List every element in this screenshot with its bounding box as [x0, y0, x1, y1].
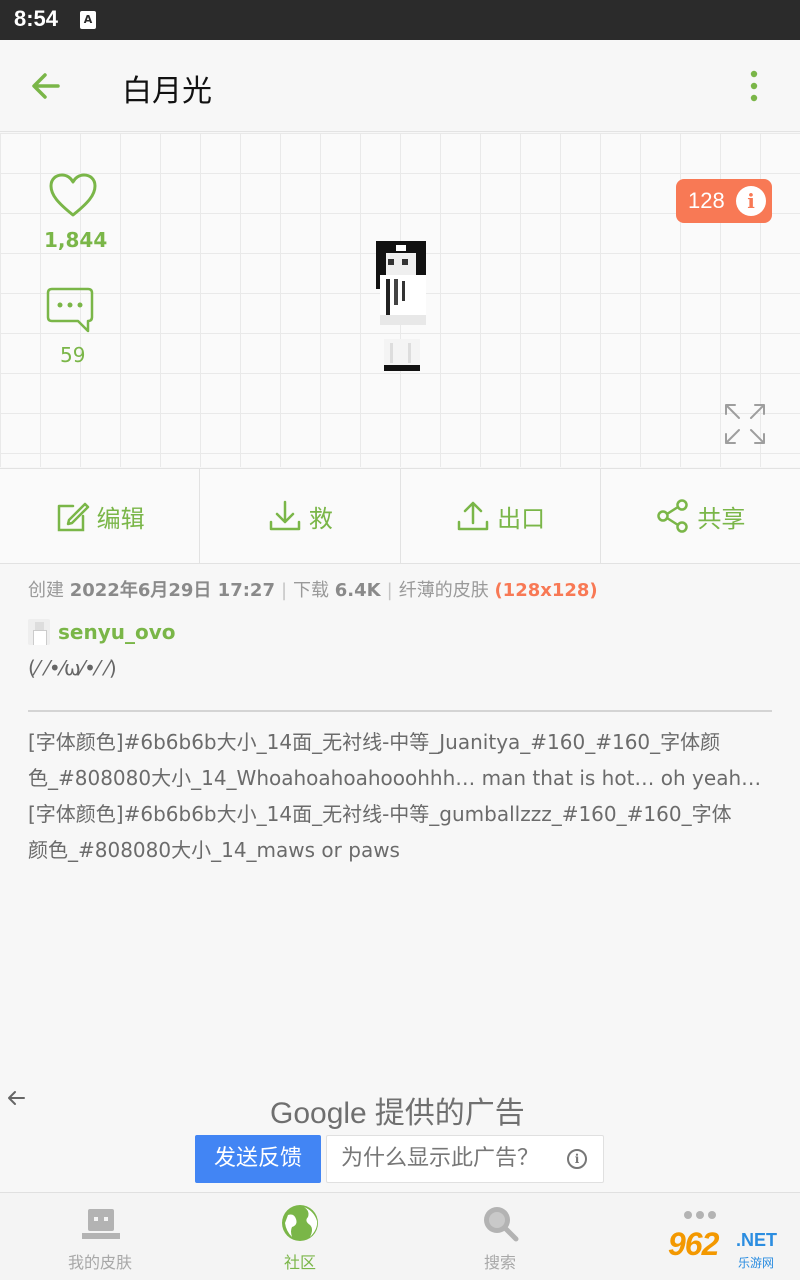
nav-community[interactable]: 社区: [200, 1193, 400, 1280]
watermark-logo: 962 .NET 乐游网: [664, 1226, 798, 1276]
status-time: 8:54: [14, 6, 59, 31]
watermark-cn: 乐游网: [738, 1256, 775, 1270]
share-label: 共享: [697, 504, 746, 533]
like-count: 1,844: [44, 228, 108, 252]
edit-label: 编辑: [96, 504, 145, 533]
downloads-label: 下载: [293, 580, 330, 601]
ad-back-icon[interactable]: [6, 1088, 26, 1108]
search-icon: [484, 1207, 519, 1242]
save-label: 救: [308, 504, 333, 533]
why-this-ad-button[interactable]: 为什么显示此广告？ i: [326, 1135, 604, 1183]
export-label: 出口: [497, 504, 546, 533]
download-icon: [269, 500, 301, 531]
send-feedback-button[interactable]: 发送反馈: [195, 1135, 321, 1183]
downloads-value: 6.4K: [334, 580, 381, 601]
page-title: 白月光: [122, 74, 212, 109]
resolution-value: (128x128): [494, 580, 598, 601]
save-button[interactable]: 救: [200, 469, 401, 563]
google-logo: Google: [270, 1097, 367, 1130]
watermark-net: .NET: [736, 1230, 777, 1251]
upload-icon: [457, 501, 489, 531]
status-bar: 8:54 A: [0, 0, 800, 40]
skin-meta: 创建 2022年6月29日 17:27 | 下载 6.4K | 纤薄的皮肤 (128x1…: [28, 580, 598, 601]
action-bar: 编辑 救 出口 共享: [0, 468, 800, 564]
author-bio: (⁄ ⁄•⁄ω⁄•⁄ ⁄): [28, 656, 117, 680]
nav-label: 社区: [283, 1253, 316, 1272]
ad-title: 提供的广告: [374, 1096, 525, 1131]
fullscreen-icon[interactable]: [722, 401, 768, 447]
nav-label: 搜索: [483, 1253, 516, 1272]
nav-label: 我的皮肤: [67, 1253, 132, 1272]
watermark-number-text: 962: [668, 1226, 719, 1262]
watermark-net-text: NET: [741, 1230, 778, 1250]
comment-icon[interactable]: [46, 285, 94, 333]
globe-icon: [282, 1205, 318, 1241]
divider: [28, 710, 772, 712]
info-icon: i: [736, 186, 766, 216]
accessibility-notification-icon: A: [80, 11, 96, 29]
export-button[interactable]: 出口: [401, 469, 601, 563]
edit-icon: [57, 502, 89, 532]
description-line: 颜色_#808080大小_14_maws or paws: [28, 838, 400, 862]
skin-preview[interactable]: 1,844 59 128 i: [0, 133, 800, 467]
resolution-badge-value: 128: [688, 188, 725, 213]
overflow-menu-icon[interactable]: [740, 66, 768, 106]
author-name[interactable]: senyu_ovo: [58, 620, 176, 644]
description-line: [字体颜色]#6b6b6b大小_14面_无衬线-中等_gumballzzz_#1…: [28, 802, 732, 826]
nav-my-skins[interactable]: 我的皮肤: [0, 1193, 200, 1280]
author[interactable]: senyu_ovo: [28, 618, 176, 646]
arrow-left-icon[interactable]: [26, 66, 66, 106]
ad-header: Google 提供的广告: [270, 1088, 525, 1132]
comment-count: 59: [60, 343, 86, 367]
resolution-badge[interactable]: 128 i: [676, 179, 772, 223]
avatar[interactable]: [28, 619, 50, 645]
skin-icon: [82, 1209, 120, 1239]
watermark-number: 962: [668, 1226, 719, 1263]
skin-type: 纤薄的皮肤: [398, 580, 489, 601]
description-line: 色_#808080大小_14_Whoahoahoahooohhh… man th…: [28, 766, 762, 790]
share-button[interactable]: 共享: [601, 469, 800, 563]
share-icon: [657, 499, 689, 533]
skin-description: [字体颜色]#6b6b6b大小_14面_无衬线-中等_Juanitya_#160…: [28, 724, 772, 868]
description-line: [字体颜色]#6b6b6b大小_14面_无衬线-中等_Juanitya_#160…: [28, 730, 721, 754]
created-value: 2022年6月29日 17:27: [69, 580, 275, 601]
app-bar: 白月光: [0, 40, 800, 132]
edit-button[interactable]: 编辑: [0, 469, 201, 563]
nav-search[interactable]: 搜索: [400, 1193, 600, 1280]
why-this-ad-label: 为什么显示此广告？: [341, 1146, 540, 1171]
info-icon: i: [567, 1149, 587, 1169]
heart-icon[interactable]: [48, 171, 98, 221]
created-label: 创建: [28, 580, 64, 601]
skin-model-image[interactable]: [372, 239, 432, 375]
